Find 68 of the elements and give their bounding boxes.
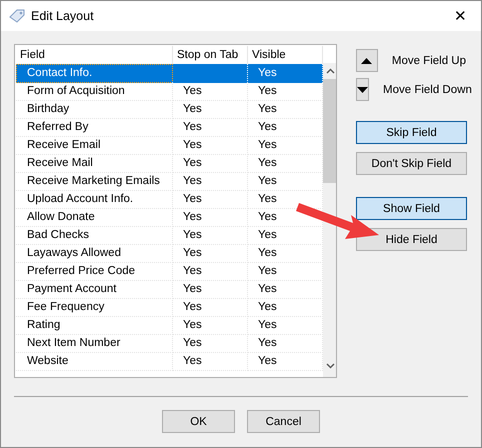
- list-row[interactable]: Payment Account Yes Yes: [16, 280, 323, 298]
- stop-on-tab-cell: Yes: [173, 190, 248, 209]
- action-button[interactable]: Don't Skip Field: [356, 152, 467, 175]
- stop-on-tab-cell: Yes: [173, 352, 248, 371]
- list-row[interactable]: Birthday Yes Yes: [16, 100, 323, 118]
- field-cell: Receive Email: [16, 136, 173, 155]
- field-cell: Preferred Price Code: [16, 262, 173, 281]
- list-row[interactable]: Layaways Allowed Yes Yes: [16, 244, 323, 262]
- list-row[interactable]: Receive Email Yes Yes: [16, 136, 323, 154]
- list-row[interactable]: Next Item Number Yes Yes: [16, 334, 323, 352]
- stop-on-tab-cell: Yes: [173, 226, 248, 245]
- stop-on-tab-cell: Yes: [173, 280, 248, 299]
- dialog-button[interactable]: Cancel: [247, 410, 320, 433]
- up-triangle-icon: [361, 58, 372, 64]
- list-row[interactable]: Preferred Price Code Yes Yes: [16, 262, 323, 280]
- move-label: Move Field Down: [383, 84, 472, 96]
- stop-on-tab-cell: Yes: [173, 154, 248, 173]
- stop-on-tab-cell: Yes: [173, 82, 248, 101]
- down-triangle-icon: [357, 86, 368, 92]
- field-cell: Birthday: [16, 100, 173, 119]
- field-cell: Referred By: [16, 118, 173, 137]
- field-cell: Form of Acquisition: [16, 82, 173, 101]
- field-cell: Receive Marketing Emails: [16, 172, 173, 191]
- field-cell: Next Item Number: [16, 334, 173, 353]
- field-cell: Website: [16, 352, 173, 371]
- list-row[interactable]: Contact Info. Yes: [16, 64, 323, 82]
- dialog-button[interactable]: OK: [162, 410, 235, 433]
- scrollbar[interactable]: [323, 63, 336, 377]
- move-label: Move Field Up: [392, 54, 466, 66]
- stop-on-tab-cell: Yes: [173, 172, 248, 191]
- list-row[interactable]: Fee Frequency Yes Yes: [16, 298, 323, 316]
- stop-on-tab-cell: Yes: [173, 316, 248, 335]
- action-button[interactable]: Show Field: [356, 197, 467, 220]
- stop-on-tab-cell: Yes: [173, 334, 248, 353]
- list-row[interactable]: Bad Checks Yes Yes: [16, 226, 323, 244]
- field-cell: Fee Frequency: [16, 298, 173, 317]
- field-cell: Allow Donate: [16, 208, 173, 227]
- list-row[interactable]: Receive Mail Yes Yes: [16, 154, 323, 172]
- move-up-button[interactable]: [356, 49, 378, 72]
- action-button[interactable]: Hide Field: [356, 228, 467, 251]
- stop-on-tab-cell: Yes: [173, 118, 248, 137]
- field-cell: Rating: [16, 316, 173, 335]
- scroll-down-icon[interactable]: [326, 363, 335, 369]
- list-row[interactable]: Referred By Yes Yes: [16, 118, 323, 136]
- close-button[interactable]: ✕: [454, 7, 473, 25]
- stop-on-tab-cell: Yes: [173, 208, 248, 227]
- field-cell: Receive Mail: [16, 154, 173, 173]
- stop-on-tab-cell: Yes: [173, 244, 248, 263]
- scroll-thumb[interactable]: [323, 79, 336, 183]
- list-row[interactable]: Receive Marketing Emails Yes Yes: [16, 172, 323, 190]
- field-cell: Layaways Allowed: [16, 244, 173, 263]
- list-row[interactable]: Rating Yes Yes: [16, 316, 323, 334]
- list-row[interactable]: Form of Acquisition Yes Yes: [16, 82, 323, 100]
- stop-on-tab-cell: Yes: [173, 298, 248, 317]
- tag-icon: [9, 9, 25, 23]
- stop-on-tab-cell: Yes: [173, 100, 248, 119]
- window-title: Edit Layout: [31, 9, 95, 23]
- stop-on-tab-cell: Yes: [173, 136, 248, 155]
- stop-on-tab-cell: Yes: [173, 262, 248, 281]
- move-down-button[interactable]: [356, 78, 369, 101]
- field-cell: Bad Checks: [16, 226, 173, 245]
- field-cell: Payment Account: [16, 280, 173, 299]
- field-cell: Contact Info.: [16, 64, 173, 83]
- action-button[interactable]: Skip Field: [356, 121, 467, 144]
- scroll-up-icon[interactable]: [326, 68, 335, 74]
- visible-cell: Yes: [248, 64, 323, 83]
- list-row[interactable]: Website Yes Yes: [16, 352, 323, 370]
- field-cell: Upload Account Info.: [16, 190, 173, 209]
